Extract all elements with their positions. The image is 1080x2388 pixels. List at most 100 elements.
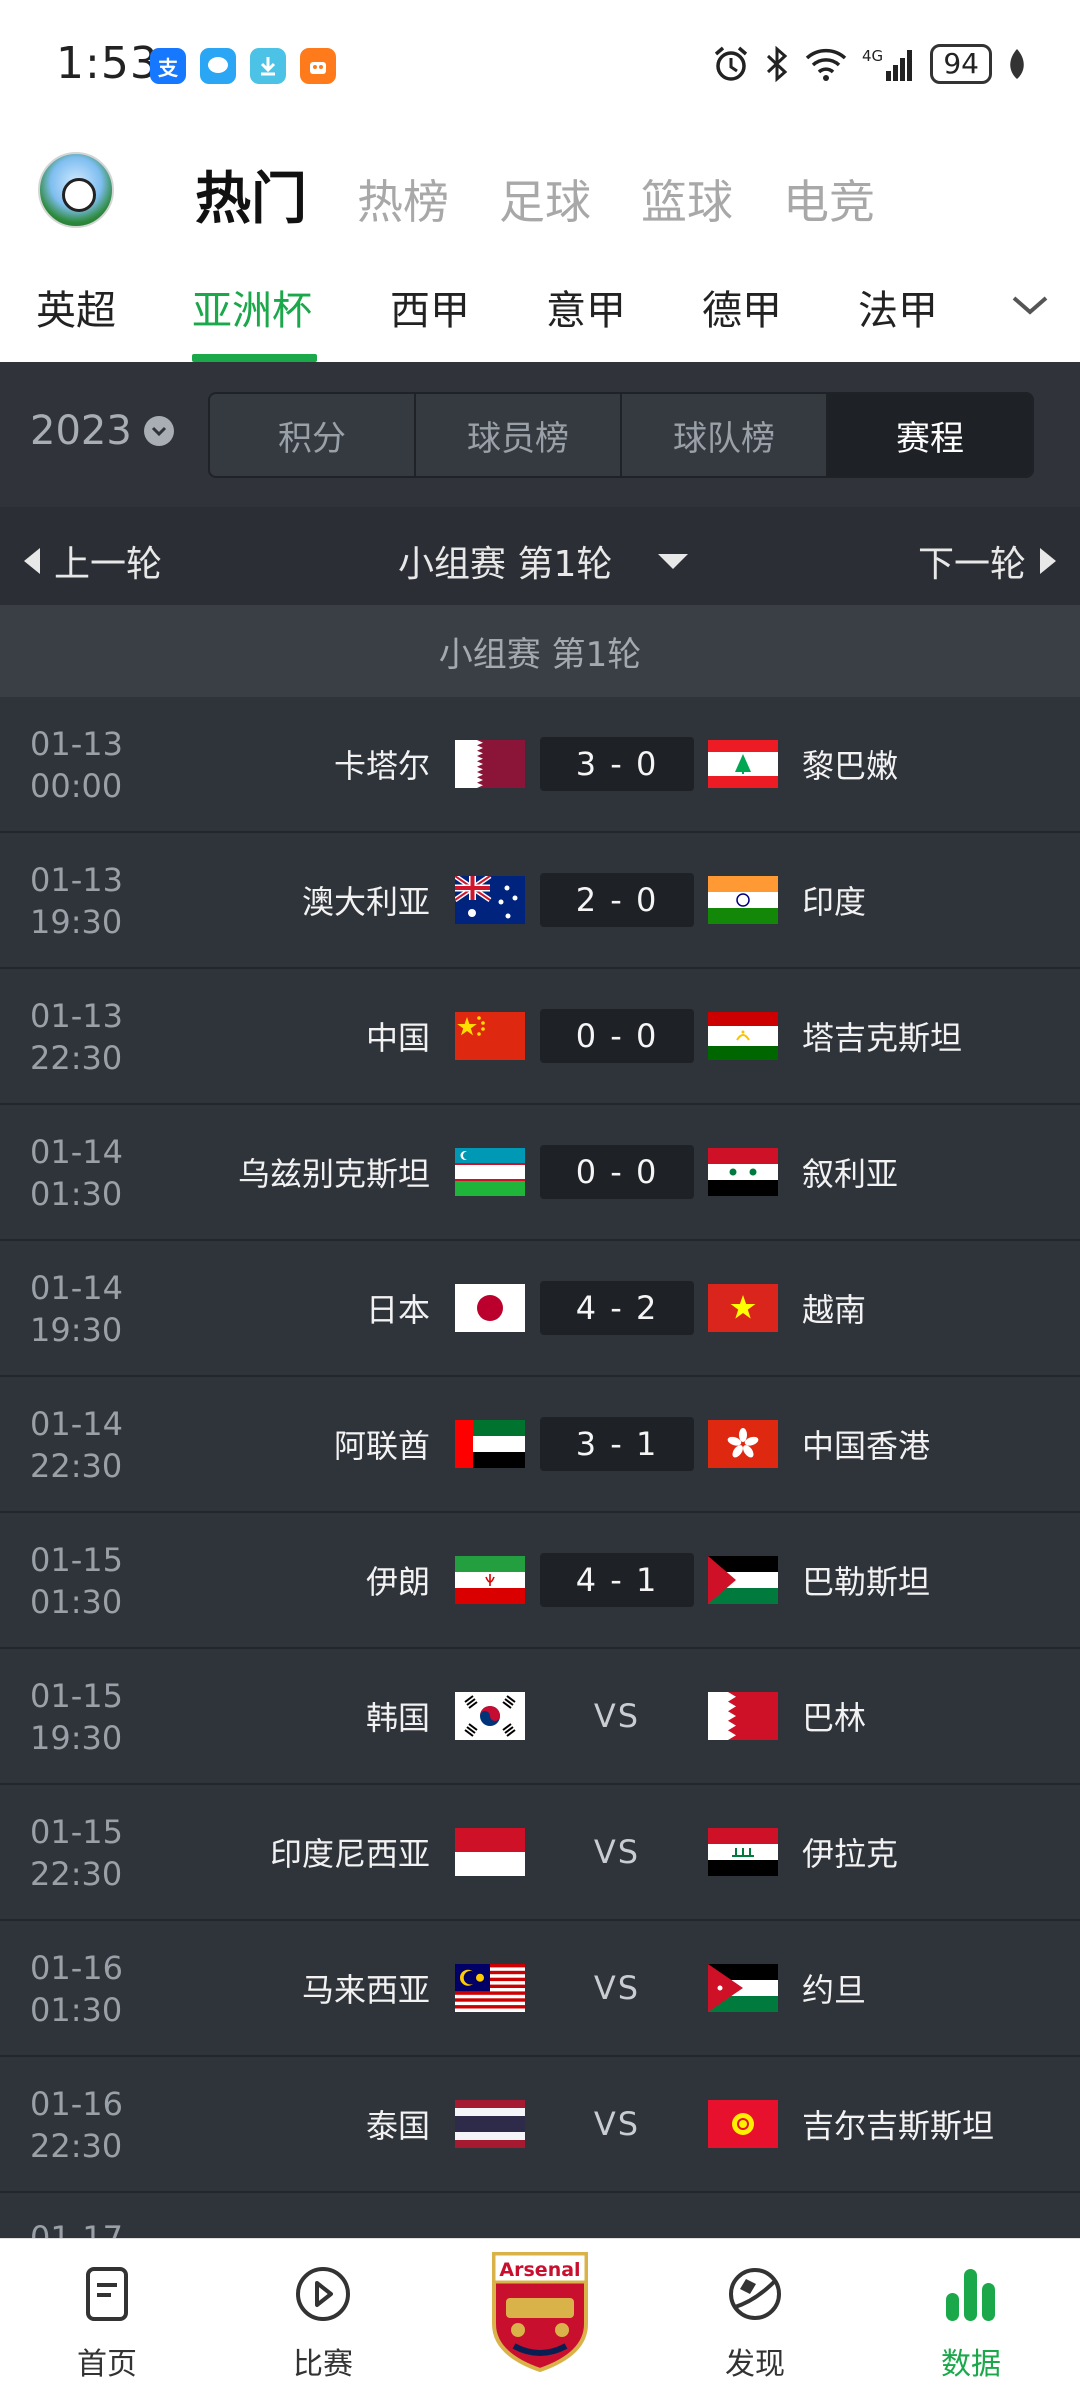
battery-indicator: 94 [930,44,992,84]
match-datetime: 01-13 19:30 [30,861,123,941]
away-team: 叙利亚 [802,1155,899,1193]
league-tab-premier-league[interactable]: 英超 [36,278,116,336]
match-row[interactable]: 01-14 22:30 阿联酋 3 - 1 中国香港 [0,1377,1080,1513]
app-logo[interactable] [38,152,114,228]
taobao-icon [300,48,336,84]
match-datetime: 01-15 19:30 [30,1677,123,1757]
nav-matches[interactable]: 比赛 [268,2259,378,2383]
indonesia-flag-icon [455,1828,525,1876]
thailand-flag-icon [455,2100,525,2148]
section-header: 小组赛 第1轮 [0,605,1080,697]
segment-team-ranking[interactable]: 球队榜 [622,394,828,476]
home-team: 中国 [365,1019,430,1057]
nav-home[interactable]: 首页 [52,2259,162,2383]
away-team: 黎巴嫩 [802,747,899,785]
alarm-icon [715,46,748,81]
tab-football[interactable]: 足球 [499,166,591,232]
match-score: 0 - 0 [540,1009,694,1063]
india-flag-icon [708,876,778,924]
match-row[interactable]: 01-13 22:30 中国 0 - 0 塔吉克斯坦 [0,969,1080,1105]
home-team: 韩国 [365,1699,430,1737]
uzbekistan-flag-icon [455,1148,525,1196]
season-selector[interactable]: 2023 [30,408,174,454]
lebanon-flag-icon [708,740,778,788]
next-round-button[interactable]: 下一轮 [918,535,1056,587]
match-row[interactable]: 01-15 19:30 韩国 VS 巴林 [0,1649,1080,1785]
home-team: 澳大利亚 [301,883,430,921]
home-team: 伊朗 [365,1563,430,1601]
match-vs: VS [593,1969,641,2007]
svg-text:4G: 4G [862,47,883,65]
discover-ball-icon [729,2268,781,2320]
bluetooth-icon [767,45,788,83]
round-selector[interactable]: 小组赛 第1轮 [398,535,689,587]
away-team: 吉尔吉斯斯坦 [802,2107,995,2145]
top-nav: 热门 热榜 足球 篮球 电竞 [0,132,1080,250]
nav-data[interactable]: 数据 [916,2259,1026,2383]
kyrgyzstan-flag-icon [708,2100,778,2148]
leaf-icon [1010,49,1024,79]
palestine-flag-icon [708,1556,778,1604]
qatar-flag-icon [455,740,525,788]
tab-hot-list[interactable]: 热榜 [357,166,449,232]
match-row[interactable]: 01-16 01:30 马来西亚 VS 约旦 [0,1921,1080,2057]
match-datetime: 01-13 00:00 [30,725,123,805]
match-datetime: 01-15 01:30 [30,1541,123,1621]
match-score: 4 - 2 [540,1281,694,1335]
home-team: 印度尼西亚 [269,1835,430,1873]
filter-row: 2023 积分 球员榜 球队榜 赛程 [0,362,1080,507]
home-team: 日本 [365,1291,430,1329]
bahrain-flag-icon [708,1692,778,1740]
tab-esports[interactable]: 电竞 [783,166,875,232]
away-team: 约旦 [802,1971,867,2009]
chevron-down-icon[interactable] [1010,290,1050,320]
arsenal-crest-icon[interactable]: Arsenal [488,2250,592,2372]
match-score: 2 - 0 [540,873,694,927]
play-circle-icon [296,2267,350,2321]
tab-basketball[interactable]: 篮球 [641,166,733,232]
iran-flag-icon [455,1556,525,1604]
segment-standings[interactable]: 积分 [210,394,416,476]
hong-kong-flag-icon [708,1420,778,1468]
match-datetime: 01-16 22:30 [30,2085,123,2165]
south-korea-flag-icon [455,1692,525,1740]
match-datetime: 01-13 22:30 [30,997,123,1077]
segment-control: 积分 球员榜 球队榜 赛程 [208,392,1034,478]
match-row[interactable]: 01-16 22:30 泰国 VS 吉尔吉斯斯坦 [0,2057,1080,2193]
match-row[interactable]: 01-15 01:30 伊朗 4 - 1 巴勒斯坦 [0,1513,1080,1649]
away-team: 中国香港 [802,1427,931,1465]
segment-schedule[interactable]: 赛程 [828,394,1032,476]
match-row[interactable]: 01-15 22:30 印度尼西亚 VS 伊拉克 [0,1785,1080,1921]
tab-hot[interactable]: 热门 [195,154,307,235]
league-tab-ligue-1[interactable]: 法甲 [858,278,938,336]
arrow-right-icon [1040,548,1056,574]
league-tab-bundesliga[interactable]: 德甲 [702,278,782,336]
away-team: 巴勒斯坦 [802,1563,931,1601]
match-row[interactable]: 01-13 00:00 卡塔尔 3 - 0 黎巴嫩 [0,697,1080,833]
home-team: 马来西亚 [301,1971,430,2009]
download-icon [250,48,286,84]
league-tab-asian-cup[interactable]: 亚洲杯 [192,278,312,336]
match-datetime: 01-15 22:30 [30,1813,123,1893]
message-icon [200,48,236,84]
segment-player-ranking[interactable]: 球员榜 [416,394,622,476]
league-tab-serie-a[interactable]: 意甲 [546,278,626,336]
nav-discover-label: 发现 [725,2347,785,2382]
vietnam-flag-icon [708,1284,778,1332]
nav-data-label: 数据 [941,2347,1001,2382]
match-row[interactable]: 01-14 01:30 乌兹别克斯坦 0 - 0 叙利亚 [0,1105,1080,1241]
uae-flag-icon [455,1420,525,1468]
svg-text:Arsenal: Arsenal [499,2259,580,2281]
match-score: 3 - 0 [540,737,694,791]
prev-round-button[interactable]: 上一轮 [24,535,162,587]
match-row[interactable]: 01-13 19:30 澳大利亚 2 - 0 印度 [0,833,1080,969]
match-row[interactable]: 01-14 19:30 日本 4 - 2 越南 [0,1241,1080,1377]
home-team: 卡塔尔 [333,747,430,785]
match-vs: VS [593,1833,641,1871]
match-datetime: 01-14 01:30 [30,1133,123,1213]
league-tab-la-liga[interactable]: 西甲 [390,278,470,336]
nav-discover[interactable]: 发现 [700,2259,810,2383]
home-team: 泰国 [365,2107,430,2145]
prev-round-label: 上一轮 [54,544,163,585]
alipay-icon: 支 [150,48,186,84]
